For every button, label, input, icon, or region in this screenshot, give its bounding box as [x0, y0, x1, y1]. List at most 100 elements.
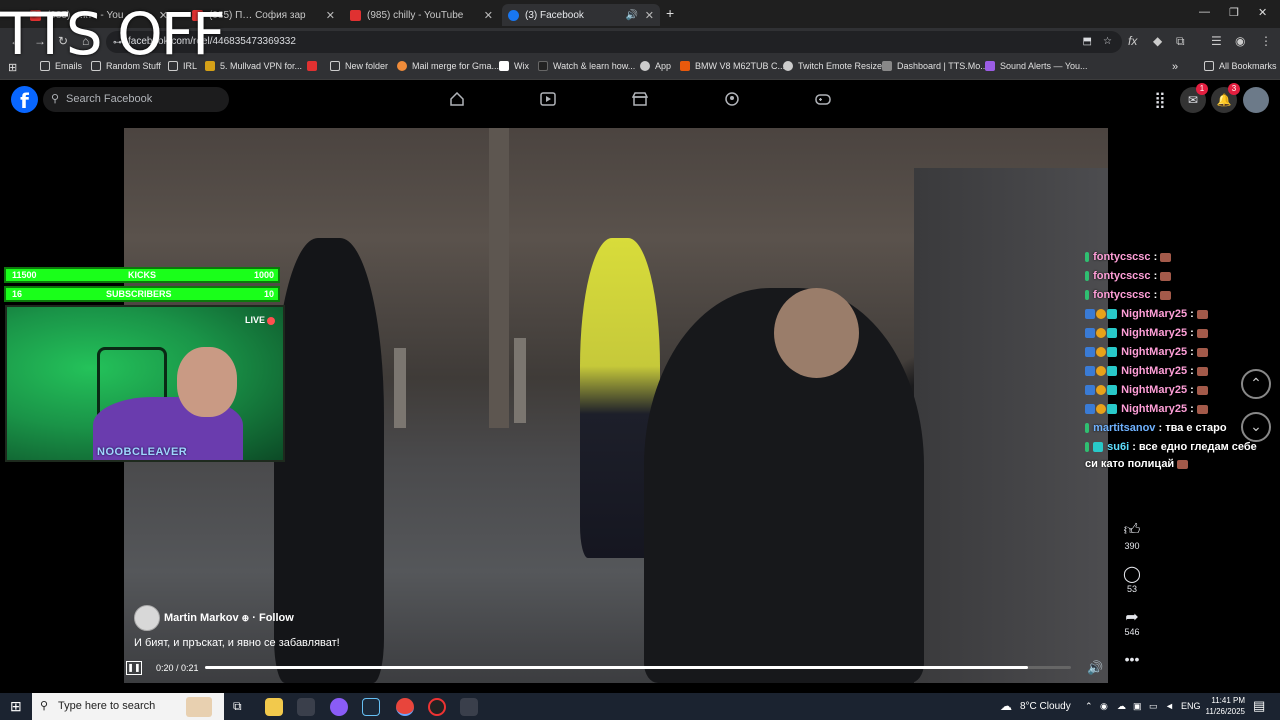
address-bar[interactable]: ⊶ facebook.com/reel/446835473369332 ⬒ ☆ — [106, 31, 1122, 53]
tab-title: (3) Facebook — [525, 9, 584, 21]
tray-app-icon[interactable]: ▣ — [1133, 701, 1142, 712]
author-avatar[interactable] — [134, 605, 160, 631]
bookmark-favicon — [538, 61, 548, 71]
taskbar-search-input[interactable]: ⚲ Type here to search — [32, 693, 224, 720]
thumbs-up-icon: 👍︎ — [1123, 522, 1141, 539]
chat-badge-icon — [1107, 347, 1117, 358]
extensions-puzzle-icon[interactable]: ⧉ — [1176, 34, 1185, 49]
video-scene-bollard — [514, 338, 526, 423]
facebook-logo[interactable]: f — [11, 86, 38, 113]
emote-icon — [1196, 328, 1208, 338]
sound-alerts-icon — [985, 61, 995, 71]
minimize-icon[interactable]: — — [1199, 6, 1210, 18]
gaming-nav-icon[interactable] — [815, 92, 831, 106]
close-tab-icon[interactable]: ✕ — [484, 9, 493, 22]
app-icon[interactable] — [297, 698, 315, 716]
emote-icon — [1196, 385, 1208, 395]
bookmark-item[interactable]: Wix — [499, 61, 529, 71]
browser-tab-active[interactable]: (3) Facebook 🔊 ✕ — [502, 4, 660, 26]
clock[interactable]: 11:41 PM 11/26/2025 — [1200, 695, 1245, 717]
new-tab-icon[interactable]: + — [666, 5, 674, 21]
extension-fx-icon[interactable]: fx — [1128, 34, 1137, 48]
bookmark-item[interactable]: Sound Alerts — You... — [985, 61, 1088, 71]
speaker-icon[interactable]: 🔊 — [626, 10, 638, 21]
next-reel-button[interactable]: ⌄ — [1241, 412, 1271, 442]
video-progress-bar[interactable] — [205, 666, 1071, 669]
chat-badge-icon — [1096, 328, 1106, 339]
profile-avatar[interactable] — [1243, 87, 1269, 113]
speaker-icon[interactable]: ◄ — [1165, 701, 1174, 711]
comment-button[interactable]: ◯ 53 — [1116, 564, 1148, 594]
follow-link[interactable]: · Follow — [252, 612, 294, 624]
steam-icon[interactable] — [362, 698, 380, 716]
tts-off-banner: TTS OFF — [0, 0, 225, 68]
menu-grid-icon[interactable]: ⣿ — [1147, 87, 1173, 113]
globe-icon — [640, 61, 650, 71]
bookmark-item[interactable]: App — [640, 61, 671, 71]
like-button[interactable]: 👍︎ 390 — [1116, 521, 1148, 551]
app-icon[interactable] — [330, 698, 348, 716]
bookmark-item[interactable]: Mail merge for Gma... — [397, 61, 499, 71]
volume-icon[interactable]: 🔊 — [1087, 660, 1103, 676]
bookmark-item[interactable] — [307, 61, 322, 71]
close-tab-icon[interactable]: ✕ — [645, 9, 654, 22]
weather-icon: ☁ — [1000, 699, 1012, 713]
chat-username: NightMary25 — [1121, 346, 1188, 358]
previous-reel-button[interactable]: ⌃ — [1241, 369, 1271, 399]
close-window-icon[interactable]: ✕ — [1258, 6, 1267, 19]
bookmark-item[interactable]: New folder — [330, 61, 388, 71]
groups-nav-icon[interactable] — [724, 92, 740, 106]
weather-text[interactable]: 8°C Cloudy — [1020, 701, 1071, 712]
file-explorer-icon[interactable] — [265, 698, 283, 716]
marketplace-nav-icon[interactable] — [632, 92, 648, 106]
reading-list-icon[interactable]: ☰ — [1211, 34, 1222, 48]
chat-message: fontycscsc : — [1085, 289, 1172, 301]
video-progress-fill — [205, 666, 1028, 669]
task-view-icon[interactable]: ⧉ — [233, 699, 242, 714]
all-bookmarks[interactable]: All Bookmarks — [1204, 61, 1277, 71]
more-options-icon[interactable]: ••• — [1116, 651, 1148, 667]
chat-text: все едно гледам себе — [1138, 441, 1257, 453]
language-indicator[interactable]: ENG — [1181, 701, 1201, 711]
chat-username: NightMary25 — [1121, 308, 1188, 320]
bookmark-star-icon[interactable]: ☆ — [1103, 31, 1112, 53]
menu-dots-icon[interactable]: ⋮ — [1260, 34, 1272, 48]
author-name[interactable]: Martin Markov — [164, 612, 239, 624]
chrome-icon[interactable] — [396, 698, 414, 716]
browser-tab[interactable]: (985) chilly - YouTube ✕ — [344, 4, 499, 26]
bookmark-item[interactable]: Dashboard | TTS.Mo... — [882, 61, 988, 71]
restore-icon[interactable]: ❐ — [1229, 6, 1239, 19]
cloud-icon[interactable]: ☁ — [1117, 701, 1126, 712]
facebook-search-input[interactable]: ⚲ Search Facebook — [43, 87, 229, 112]
app-icon[interactable] — [460, 698, 478, 716]
reel-caption: И бият, и пръскат, и явно се забавляват! — [134, 637, 340, 649]
more-bookmarks-icon[interactable]: » — [1172, 61, 1178, 73]
comment-count: 53 — [1126, 584, 1137, 594]
facebook-icon — [508, 9, 519, 21]
author-line[interactable]: Martin Markov ⊕ · Follow — [164, 612, 294, 624]
chat-badge-icon — [1085, 328, 1095, 339]
video-nav-icon[interactable] — [540, 92, 556, 106]
install-icon[interactable]: ⬒ — [1083, 31, 1092, 53]
tray-overflow-icon[interactable]: ⌃ — [1085, 701, 1093, 712]
clock-time: 11:41 PM — [1211, 696, 1245, 705]
bookmark-item[interactable]: Watch & learn how... — [538, 61, 635, 71]
globe-icon: ⊕ — [241, 613, 250, 623]
app-icon[interactable] — [428, 698, 446, 716]
bookmark-item[interactable]: Twitch Emote Resizer — [783, 61, 885, 71]
extension-icon[interactable]: ◆ — [1153, 34, 1162, 48]
windows-start-icon[interactable]: ⊞ — [10, 698, 22, 715]
pause-button[interactable]: ❚❚ — [126, 661, 142, 675]
tray-app-icon[interactable]: ◉ — [1100, 701, 1108, 712]
chat-badge-icon — [1096, 366, 1106, 377]
home-nav-icon[interactable] — [449, 92, 465, 106]
network-icon[interactable]: ▭ — [1149, 701, 1158, 712]
share-button[interactable]: ➦ 546 — [1116, 607, 1148, 637]
folder-icon — [1204, 61, 1214, 71]
chat-badge-icon — [1107, 309, 1117, 320]
notification-center-icon[interactable]: ▤ — [1253, 698, 1265, 714]
profile-icon[interactable]: ◉ — [1235, 34, 1245, 48]
close-tab-icon[interactable]: ✕ — [326, 9, 335, 22]
bookmark-item[interactable]: BMW V8 M62TUB C... — [680, 61, 785, 71]
chat-message: NightMary25 : — [1085, 384, 1208, 396]
